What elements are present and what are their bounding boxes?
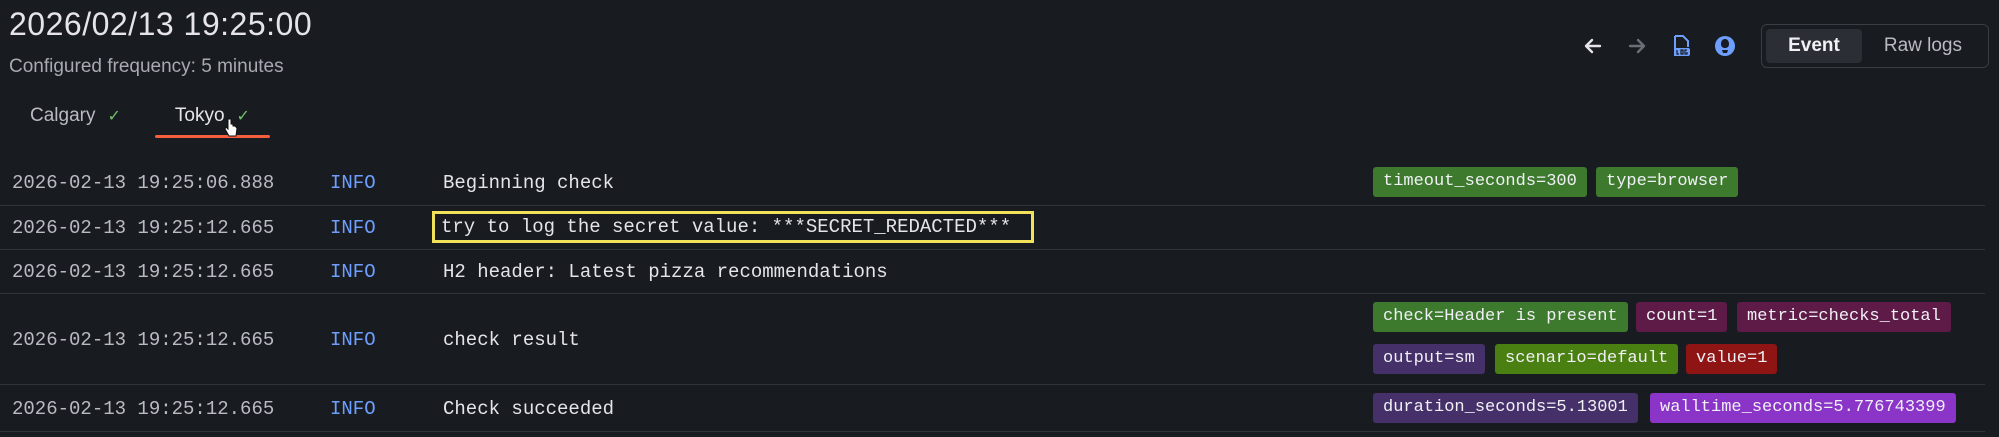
hand-cursor-icon — [224, 118, 238, 137]
log-timestamp: 2026-02-13 19:25:12.665 — [12, 217, 275, 239]
page-title: 2026/02/13 19:25:00 — [9, 6, 313, 42]
probe-icon — [1715, 36, 1736, 56]
probe-button[interactable] — [1703, 24, 1747, 68]
log-message: check result — [443, 329, 580, 351]
check-icon: ✓ — [236, 108, 250, 125]
table-row[interactable]: 2026-02-13 19:25:12.665 INFO H2 header: … — [0, 250, 1985, 294]
label-badge: scenario=default — [1495, 344, 1679, 374]
configured-frequency: Configured frequency: 5 minutes — [9, 56, 284, 77]
label-badge: metric=checks_total — [1737, 302, 1951, 332]
table-row[interactable]: 2026-02-13 19:25:12.665 INFO Check succe… — [0, 385, 1985, 432]
label-badge: value=1 — [1686, 344, 1778, 374]
log-level: INFO — [330, 329, 376, 351]
log-level: INFO — [330, 398, 376, 420]
log-timestamp: 2026-02-13 19:25:12.665 — [12, 261, 275, 283]
log-level: INFO — [330, 217, 376, 239]
log-file-icon — [1674, 35, 1691, 56]
tab-label: Calgary — [30, 105, 96, 126]
log-file-button[interactable] — [1659, 24, 1703, 68]
label-badge: walltime_seconds=5.776743399 — [1650, 393, 1956, 423]
view-toggle: Event Raw logs — [1761, 24, 1989, 68]
label-badge: duration_seconds=5.13001 — [1373, 393, 1638, 423]
log-message: Check succeeded — [443, 398, 615, 420]
forward-button[interactable] — [1615, 24, 1659, 68]
event-view-button[interactable]: Event — [1766, 29, 1862, 63]
tab-label: Tokyo — [174, 105, 225, 126]
label-badge: type=browser — [1596, 167, 1739, 197]
label-badge: check=Header is present — [1373, 302, 1628, 332]
label-badge: timeout_seconds=300 — [1373, 167, 1587, 197]
log-table: 2026-02-13 19:25:06.888 INFO Beginning c… — [0, 160, 1985, 432]
arrow-left-icon — [1584, 38, 1602, 54]
log-message-highlighted: try to log the secret value: ***SECRET_R… — [431, 211, 1035, 243]
log-level: INFO — [330, 172, 376, 194]
table-row[interactable]: 2026-02-13 19:25:12.665 INFO try to log … — [0, 206, 1985, 250]
tab-calgary[interactable]: Calgary ✓ — [10, 96, 141, 136]
log-message: Beginning check — [443, 172, 615, 194]
raw-logs-view-button[interactable]: Raw logs — [1862, 29, 1984, 63]
log-timestamp: 2026-02-13 19:25:12.665 — [12, 398, 275, 420]
toolbar: Event Raw logs — [1571, 24, 1989, 68]
check-icon: ✓ — [107, 108, 121, 125]
label-badge: count=1 — [1636, 302, 1728, 332]
log-timestamp: 2026-02-13 19:25:06.888 — [12, 172, 275, 194]
table-row[interactable]: 2026-02-13 19:25:06.888 INFO Beginning c… — [0, 160, 1985, 206]
arrow-right-icon — [1628, 38, 1646, 54]
tab-tokyo[interactable]: Tokyo ✓ — [154, 96, 270, 138]
table-row[interactable]: 2026-02-13 19:25:12.665 INFO check resul… — [0, 294, 1985, 385]
log-level: INFO — [330, 261, 376, 283]
log-timestamp: 2026-02-13 19:25:12.665 — [12, 329, 275, 351]
label-badge: output=sm — [1373, 344, 1485, 374]
log-message: H2 header: Latest pizza recommendations — [443, 261, 888, 283]
back-button[interactable] — [1571, 24, 1615, 68]
